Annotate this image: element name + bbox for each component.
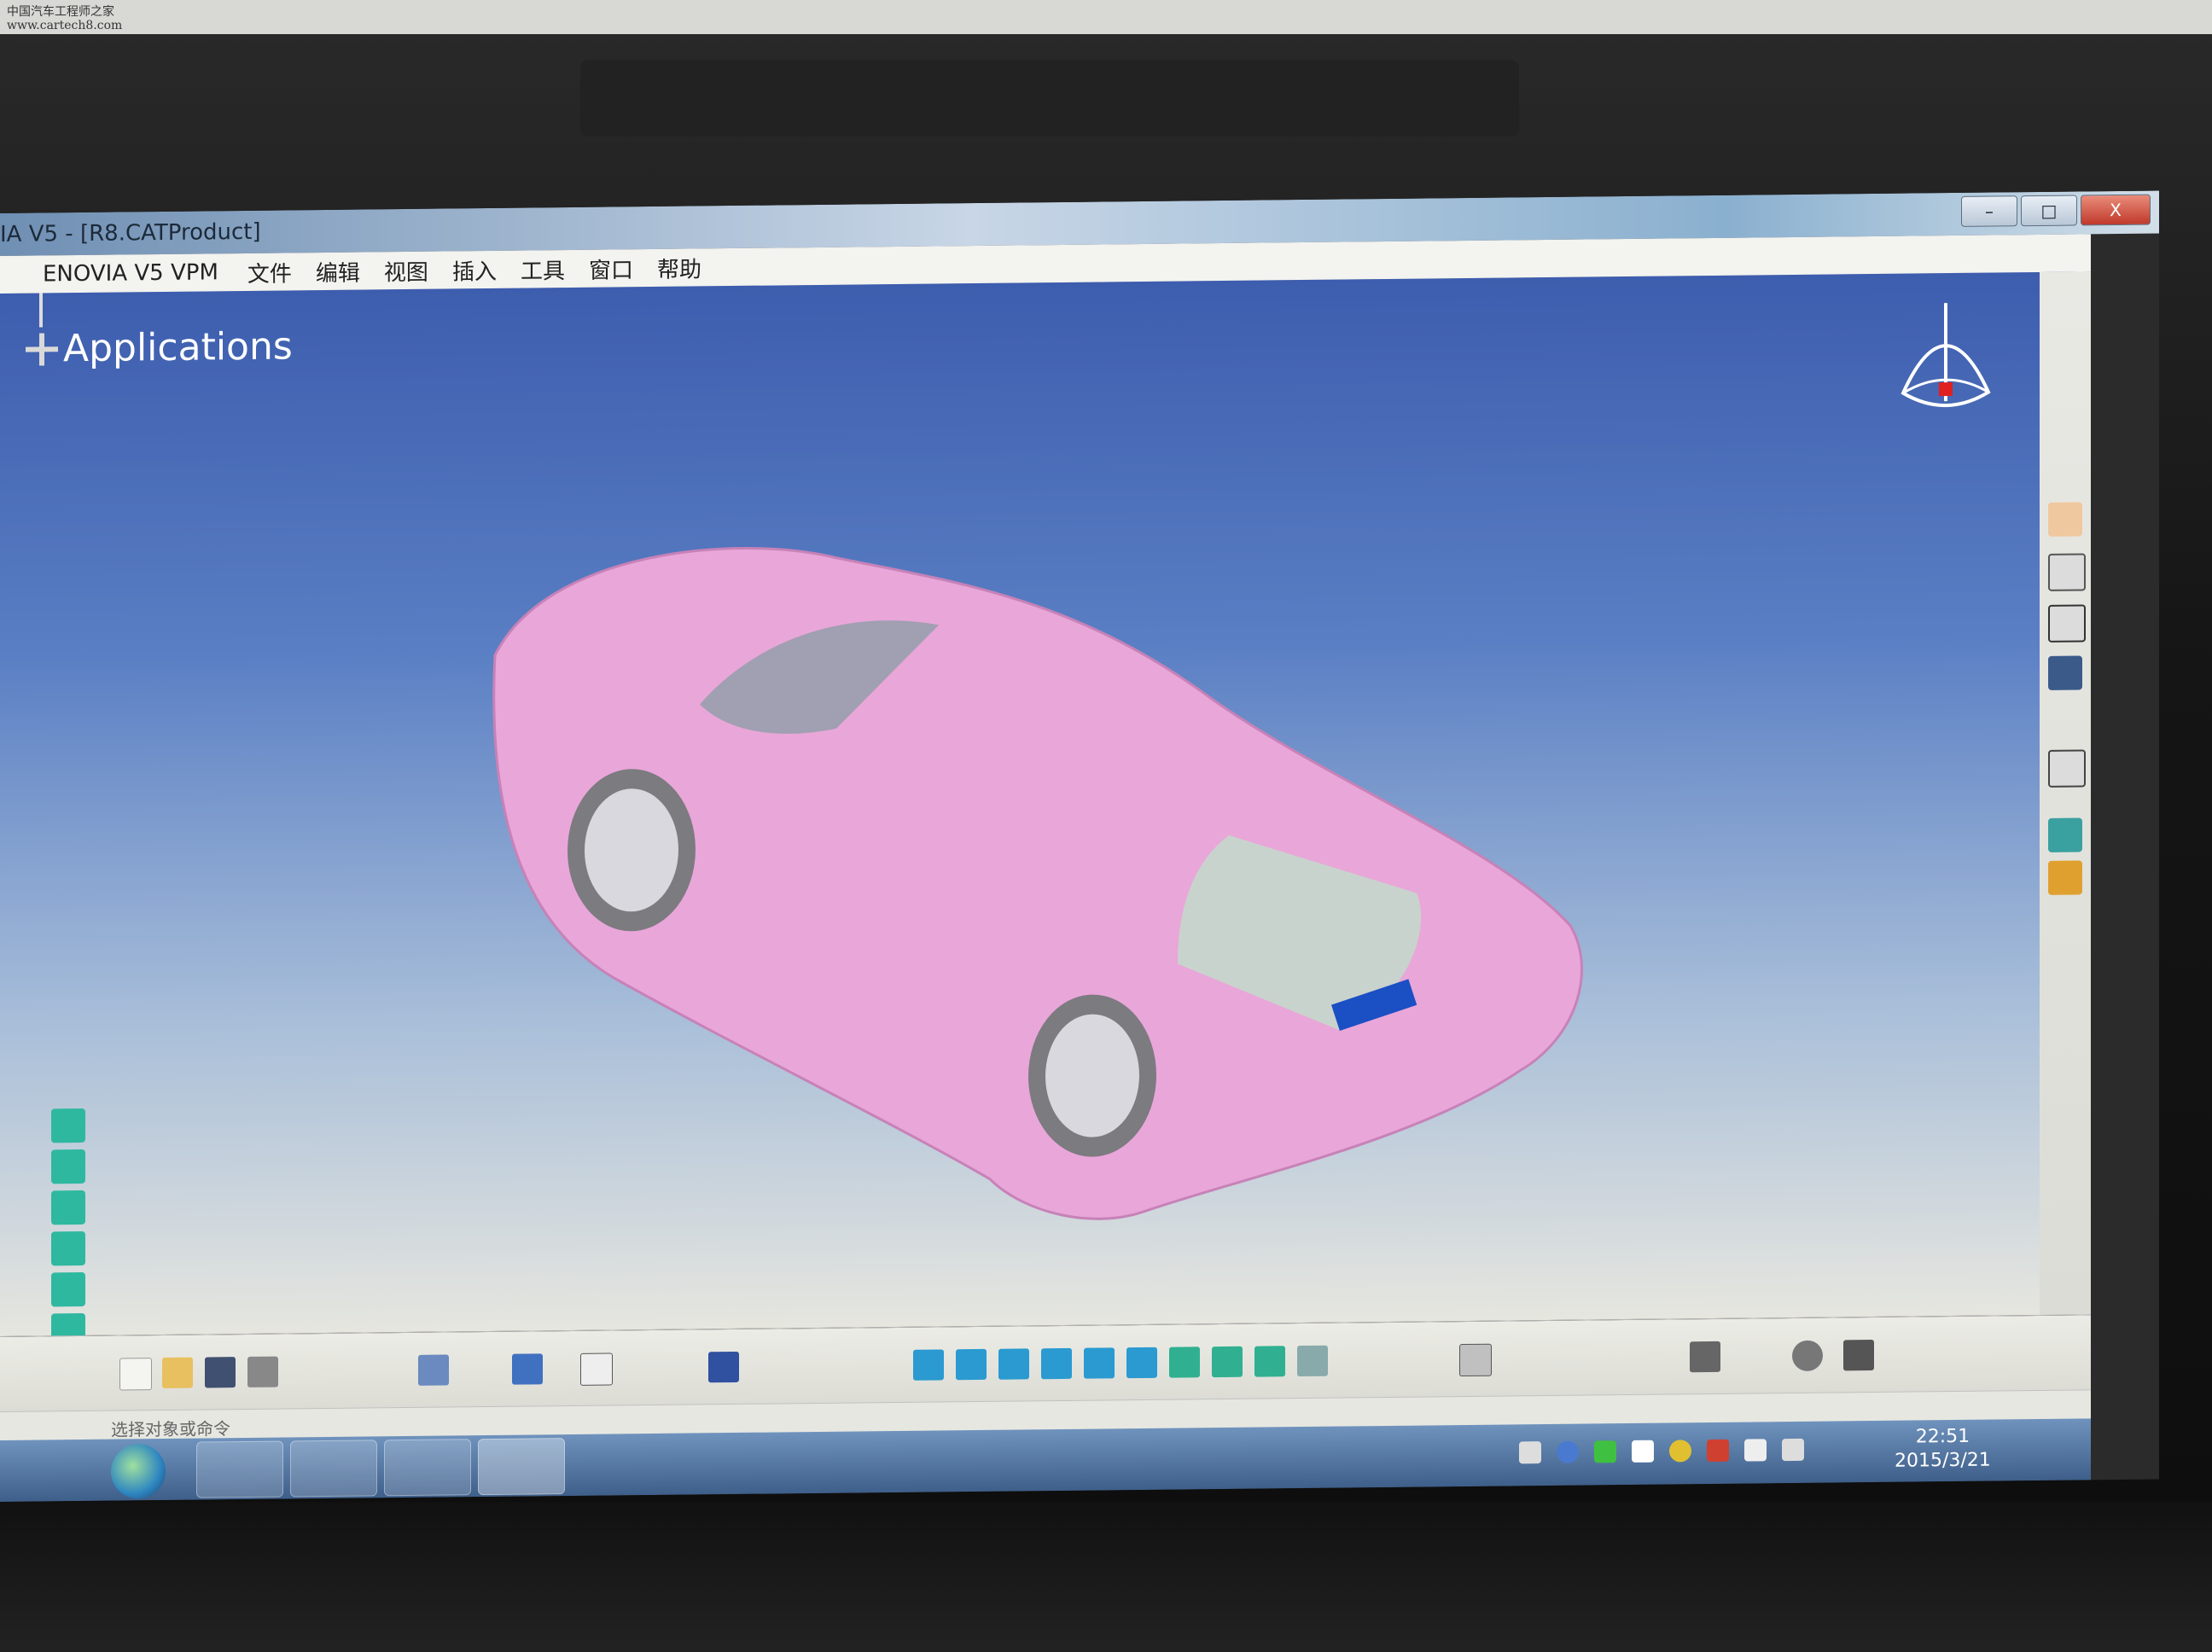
minimize-button[interactable]: – (1961, 195, 2017, 227)
maximize-button[interactable]: □ (2021, 195, 2077, 227)
tray-volume-icon[interactable] (1782, 1438, 1804, 1462)
tray-help-icon[interactable] (1557, 1440, 1579, 1463)
window-controls: – □ X (1961, 194, 2151, 227)
menu-insert[interactable]: 插入 (452, 253, 497, 286)
taskbar-clock[interactable]: 22:51 2015/3/21 (1895, 1425, 1991, 1474)
tool-plane-icon[interactable] (2048, 604, 2086, 643)
status-prompt: 选择对象或命令 (111, 1418, 230, 1440)
system-tray (1519, 1438, 1804, 1464)
menu-help[interactable]: 帮助 (657, 252, 701, 284)
menu-file[interactable]: 文件 (247, 256, 292, 288)
shading-icon[interactable] (1297, 1345, 1328, 1377)
formula-icon[interactable] (580, 1352, 613, 1386)
window-title: IA V5 - [R8.CATProduct] (0, 218, 261, 247)
3d-viewport[interactable]: Applications (0, 271, 2091, 1336)
zoom-out-icon[interactable] (1126, 1347, 1157, 1379)
tool-select-icon[interactable] (2048, 502, 2082, 537)
taskbar-network-icon[interactable] (384, 1439, 471, 1497)
compass-icon[interactable] (1895, 298, 1997, 427)
fly-icon[interactable] (913, 1349, 944, 1381)
car-model[interactable] (478, 524, 1639, 1236)
bezel-camera-strip (580, 60, 1519, 137)
zoom-in-icon[interactable] (1084, 1347, 1115, 1379)
tool-measure-icon[interactable] (2048, 749, 2086, 788)
taskbar-catia-icon[interactable] (478, 1438, 565, 1496)
menu-view[interactable]: 视图 (384, 254, 428, 287)
view-left-icon[interactable] (51, 1230, 85, 1266)
right-toolbar (2040, 271, 2091, 1315)
print-icon[interactable] (247, 1356, 278, 1387)
compass-reset-icon[interactable] (1792, 1340, 1823, 1372)
tree-applications-label[interactable]: Applications (63, 324, 293, 370)
menu-edit[interactable]: 编辑 (316, 255, 360, 288)
tray-folder-icon[interactable] (1519, 1441, 1541, 1464)
tray-flag-icon[interactable] (1744, 1439, 1767, 1462)
new-icon[interactable] (119, 1358, 152, 1391)
multi-view-icon[interactable] (1212, 1346, 1243, 1378)
undo-icon[interactable] (418, 1354, 449, 1386)
background-wall (0, 0, 2212, 34)
tree-connector (39, 293, 43, 328)
tray-antivirus-icon[interactable] (1669, 1440, 1691, 1463)
taskbar-media-icon[interactable] (290, 1440, 377, 1498)
rotate-icon[interactable] (1041, 1347, 1072, 1380)
tray-arrow-icon[interactable] (1632, 1440, 1654, 1463)
tray-wifi-icon[interactable] (1594, 1440, 1616, 1463)
taskbar-explorer-icon[interactable] (196, 1440, 283, 1498)
snapshot-icon[interactable] (1690, 1341, 1720, 1373)
laptop-lower-body (0, 1502, 2212, 1652)
open-icon[interactable] (162, 1357, 193, 1389)
tool-material-icon[interactable] (2048, 860, 2082, 895)
hide-show-icon[interactable] (1459, 1343, 1492, 1377)
fit-all-icon[interactable] (956, 1348, 987, 1381)
menu-tools[interactable]: 工具 (521, 253, 565, 286)
start-button[interactable] (111, 1443, 166, 1499)
normal-view-icon[interactable] (1169, 1347, 1200, 1378)
watermark-line2: www.cartech8.com (7, 19, 123, 32)
tray-alert-icon[interactable] (1707, 1439, 1729, 1463)
menu-enovia[interactable]: ENOVIA V5 VPM (43, 259, 218, 287)
view-iso-icon[interactable] (51, 1108, 85, 1143)
tree-icon[interactable] (708, 1351, 739, 1383)
view-right-icon[interactable] (51, 1271, 85, 1307)
laptop-screen: IA V5 - [R8.CATProduct] – □ X ENOVIA V5 … (0, 190, 2159, 1503)
menu-window[interactable]: 窗口 (589, 253, 633, 285)
tool-part-icon[interactable] (2048, 655, 2082, 690)
iso-view-icon[interactable] (1254, 1346, 1285, 1377)
view-back-icon[interactable] (51, 1190, 85, 1225)
clock-time: 22:51 (1915, 1425, 1970, 1448)
tool-cube-icon[interactable] (2048, 817, 2082, 852)
help-icon[interactable] (512, 1353, 543, 1385)
view-front-icon[interactable] (51, 1149, 85, 1184)
tree-expand-icon[interactable] (26, 333, 58, 365)
watermark-line1: 中国汽车工程师之家 (7, 5, 114, 19)
watermark: 中国汽车工程师之家 www.cartech8.com (7, 5, 122, 32)
clock-date: 2015/3/21 (1895, 1449, 1991, 1472)
save-icon[interactable] (205, 1357, 236, 1388)
axis-icon[interactable] (1843, 1340, 1874, 1371)
close-button[interactable]: X (2081, 194, 2151, 226)
tool-sketch-icon[interactable] (2048, 553, 2086, 591)
spec-tree[interactable]: Applications (26, 324, 293, 370)
pan-icon[interactable] (998, 1348, 1029, 1380)
